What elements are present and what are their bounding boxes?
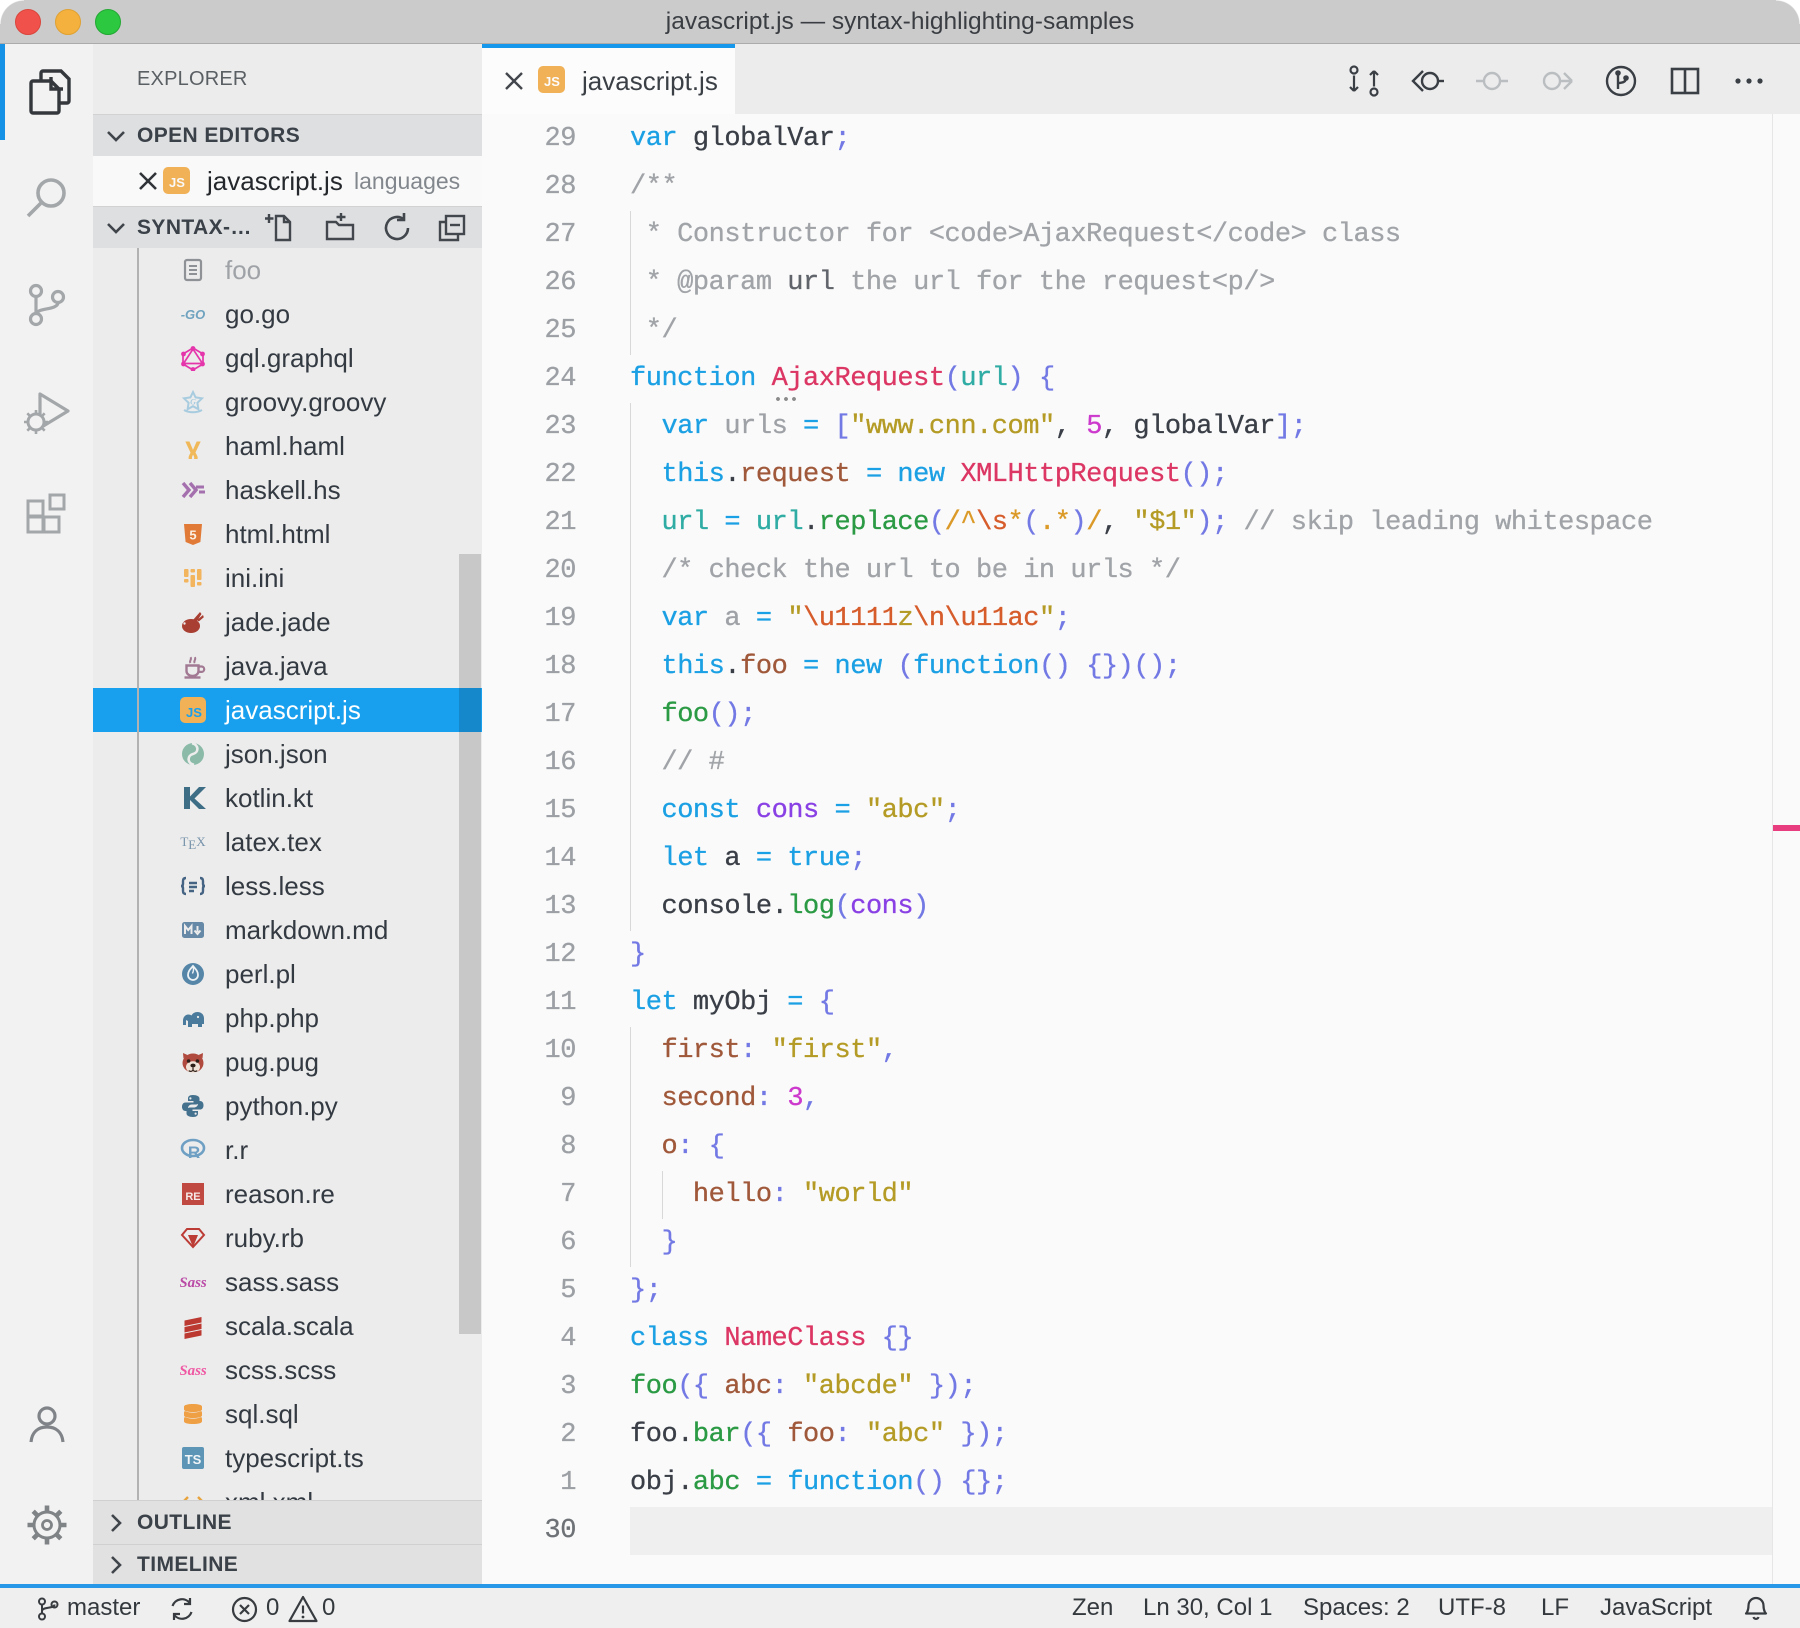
svg-text:TEX: TEX [180,834,206,852]
svg-text:ɣ: ɣ [185,433,201,459]
svg-text:RE: RE [185,1191,200,1203]
svg-text:G: G [190,398,196,407]
svg-text:JS: JS [186,705,202,720]
svg-text:-GO: -GO [181,307,206,322]
svg-text:R: R [188,1143,200,1162]
svg-text:5: 5 [189,528,196,543]
svg-text:JS: JS [544,74,560,89]
svg-text:TS: TS [185,1452,202,1467]
svg-text:Sass: Sass [180,1275,206,1291]
svg-text:JS: JS [169,175,185,190]
svg-text:Sass: Sass [180,1363,206,1379]
